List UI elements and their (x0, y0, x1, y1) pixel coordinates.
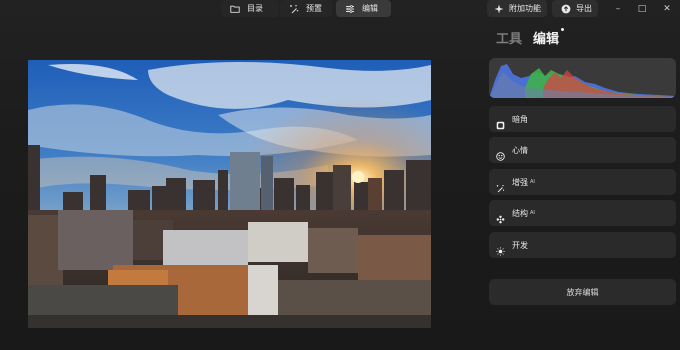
export-button[interactable]: 导出 (552, 0, 598, 17)
vignette-icon (496, 115, 505, 129)
city-sunset-photo (28, 60, 431, 328)
export-label: 导出 (576, 4, 592, 13)
tab-catalog[interactable]: 目录 (221, 0, 279, 17)
close-icon: ✕ (663, 3, 671, 14)
tab-edit-panel[interactable]: 编辑 (533, 28, 565, 47)
tool-label: 增强 (512, 177, 528, 187)
mood-icon (496, 146, 505, 161)
minimize-icon: – (615, 3, 621, 14)
unsaved-dot-icon (561, 28, 565, 31)
folder-icon (230, 4, 240, 14)
export-icon (561, 4, 571, 14)
discard-edits-button[interactable]: 放弃编辑 (489, 279, 676, 305)
structure-icon (496, 209, 505, 223)
addons-button[interactable]: 附加功能 (487, 0, 547, 17)
addons-label: 附加功能 (509, 4, 541, 13)
photo-canvas[interactable] (28, 60, 431, 328)
tab-edit-label: 编辑 (533, 32, 560, 47)
tool-structure[interactable]: 结构 AI (489, 200, 676, 226)
tool-vignette[interactable]: 暗角 (489, 106, 676, 132)
tool-label: 结构 (512, 208, 528, 218)
histogram (489, 58, 676, 98)
maximize-button[interactable]: □ (635, 2, 649, 15)
tab-edit[interactable]: 编辑 (336, 0, 391, 17)
tool-develop[interactable]: 开发 (489, 232, 676, 258)
presets-label: 预置 (306, 4, 322, 13)
tool-mood[interactable]: 心情 (489, 137, 676, 163)
sliders-icon (345, 4, 355, 14)
minimize-button[interactable]: – (611, 2, 625, 15)
ai-badge: AI (530, 210, 535, 216)
tab-presets[interactable]: 预置 (280, 0, 332, 17)
tool-enhance[interactable]: 增强 AI (489, 169, 676, 195)
enhance-wand-icon (496, 178, 505, 192)
panel-tabs: 工具 编辑 (496, 28, 565, 48)
app-window: 目录 预置 编辑 附加功能 导出 – □ ✕ 工具 编辑 暗角 心情 增强 AI… (0, 0, 680, 350)
edit-label: 编辑 (362, 4, 378, 13)
magic-wand-icon (289, 4, 299, 14)
close-button[interactable]: ✕ (660, 2, 674, 15)
discard-label: 放弃编辑 (566, 287, 599, 297)
tool-label: 暗角 (512, 114, 528, 124)
sun-icon (496, 241, 505, 256)
tool-label: 开发 (512, 240, 528, 250)
tool-label: 心情 (512, 145, 528, 155)
tab-tools[interactable]: 工具 (496, 28, 522, 47)
top-toolbar: 目录 预置 编辑 附加功能 导出 – □ ✕ (0, 0, 680, 18)
catalog-label: 目录 (247, 4, 263, 13)
sparkle-icon (494, 4, 504, 14)
maximize-icon: □ (637, 3, 647, 14)
ai-badge: AI (530, 179, 535, 185)
